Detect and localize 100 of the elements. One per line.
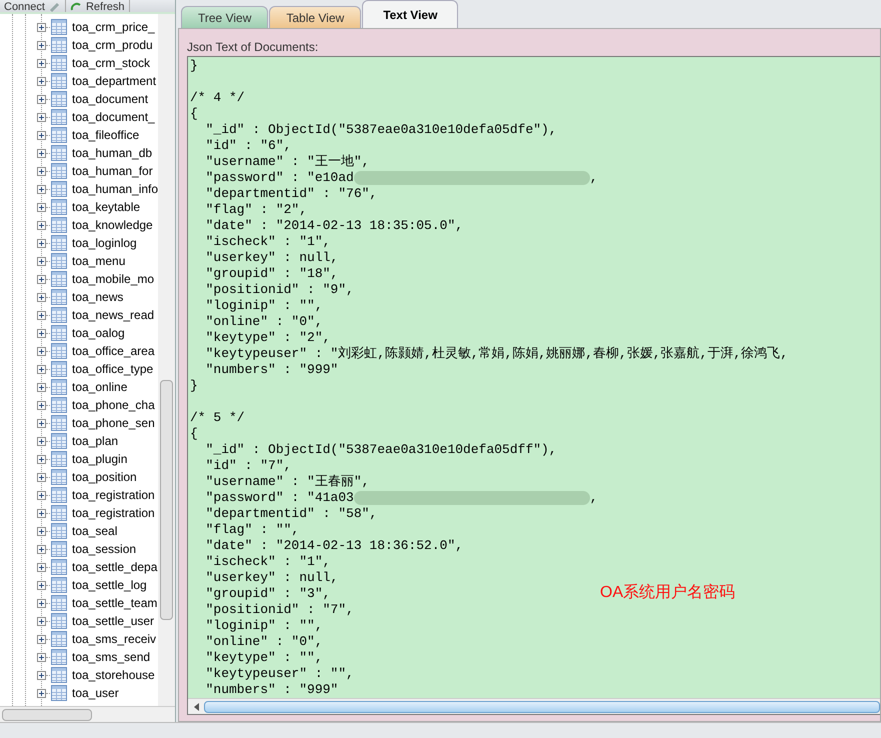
tree-item[interactable]: toa_registration [72, 504, 155, 522]
tree-item[interactable]: toa_phone_cha [72, 396, 155, 414]
expand-icon[interactable] [37, 58, 46, 68]
tree-item[interactable]: toa_keytable [72, 198, 140, 216]
expand-icon[interactable] [37, 112, 46, 122]
table-icon [51, 73, 67, 89]
tree-item[interactable]: toa_crm_price_ [72, 18, 155, 36]
expand-icon[interactable] [37, 274, 46, 284]
expand-icon[interactable] [37, 400, 46, 410]
expand-icon[interactable] [37, 40, 46, 50]
code-line: "flag" : "", [204, 522, 300, 538]
code-line: "positionid" : "9", [204, 282, 354, 298]
tree-item[interactable]: toa_seal [72, 522, 118, 540]
code-line: "password" : "e10ad [204, 170, 354, 186]
expand-icon[interactable] [37, 634, 46, 644]
tree-item[interactable]: toa_settle_user [72, 612, 154, 630]
table-icon [51, 595, 67, 611]
vertical-scrollbar[interactable] [158, 14, 175, 706]
horizontal-scrollbar[interactable] [0, 706, 175, 722]
left-arrow-icon[interactable] [194, 702, 198, 710]
tree-item[interactable]: toa_registration [72, 486, 155, 504]
tree-item[interactable]: toa_office_area [72, 342, 155, 360]
tree-item[interactable]: toa_loginlog [72, 234, 137, 252]
tree-item[interactable]: toa_session [72, 540, 136, 558]
tree-item[interactable]: toa_knowledge [72, 216, 153, 234]
expand-icon[interactable] [37, 454, 46, 464]
tree-item[interactable]: toa_document_ [72, 108, 155, 126]
expand-icon[interactable] [37, 292, 46, 302]
expand-icon[interactable] [37, 238, 46, 248]
expand-icon[interactable] [37, 670, 46, 680]
table-icon [51, 235, 67, 251]
horizontal-scrollbar[interactable] [188, 698, 880, 714]
table-icon [51, 559, 67, 575]
tree-item[interactable]: toa_settle_log [72, 576, 147, 594]
expand-icon[interactable] [37, 508, 46, 518]
toolbar-button[interactable]: Refresh [66, 0, 130, 12]
tree-item[interactable]: toa_crm_produ [72, 36, 153, 54]
tree-item[interactable]: toa_mobile_mo [72, 270, 154, 288]
expand-icon[interactable] [37, 202, 46, 212]
table-icon [51, 181, 67, 197]
tree-item[interactable]: toa_department [72, 72, 156, 90]
expand-icon[interactable] [37, 544, 46, 554]
tree-item[interactable]: toa_plugin [72, 450, 128, 468]
expand-icon[interactable] [37, 184, 46, 194]
code-line: "id" : "6", [204, 138, 292, 154]
table-icon [51, 361, 67, 377]
expand-icon[interactable] [37, 616, 46, 626]
tree-item[interactable]: toa_human_db [72, 144, 152, 162]
expand-icon[interactable] [37, 76, 46, 86]
tree-item[interactable]: toa_position [72, 468, 137, 486]
expand-icon[interactable] [37, 364, 46, 374]
expand-icon[interactable] [37, 526, 46, 536]
tree-item[interactable]: toa_fileoffice [72, 126, 140, 144]
expand-icon[interactable] [37, 580, 46, 590]
tree-item[interactable]: toa_plan [72, 432, 118, 450]
tree-item[interactable]: toa_news_read [72, 306, 154, 324]
code-line: "id" : "7", [204, 458, 292, 474]
tree-item[interactable]: toa_user [72, 684, 119, 702]
expand-icon[interactable] [37, 220, 46, 230]
table-icon [51, 343, 67, 359]
tree-item[interactable]: toa_online [72, 378, 128, 396]
table-icon [51, 217, 67, 233]
expand-icon[interactable] [37, 688, 46, 698]
tree-item[interactable]: toa_settle_depa [72, 558, 158, 576]
tree-item[interactable]: toa_crm_stock [72, 54, 150, 72]
expand-icon[interactable] [37, 166, 46, 176]
expand-icon[interactable] [37, 562, 46, 572]
tree-item[interactable]: toa_settle_team [72, 594, 158, 612]
expand-icon[interactable] [37, 382, 46, 392]
tab[interactable]: Tree View [181, 6, 268, 28]
tree-item[interactable]: toa_news [72, 288, 124, 306]
toolbar-button[interactable]: Connect [0, 0, 66, 12]
code-line: , [590, 490, 598, 506]
expand-icon[interactable] [37, 130, 46, 140]
expand-icon[interactable] [37, 346, 46, 356]
expand-icon[interactable] [37, 490, 46, 500]
expand-icon[interactable] [37, 22, 46, 32]
tab[interactable]: Table View [269, 6, 362, 28]
tree-item[interactable]: toa_oalog [72, 324, 125, 342]
tree-item[interactable]: toa_human_info [72, 180, 158, 198]
tree-item[interactable]: toa_menu [72, 252, 126, 270]
tree-item[interactable]: toa_office_type [72, 360, 154, 378]
tree-item[interactable]: toa_sms_send [72, 648, 150, 666]
tree-item[interactable]: toa_document [72, 90, 148, 108]
expand-icon[interactable] [37, 472, 46, 482]
tree-item[interactable]: toa_human_for [72, 162, 153, 180]
expand-icon[interactable] [37, 418, 46, 428]
tree-item[interactable]: toa_sms_receiv [72, 630, 156, 648]
expand-icon[interactable] [37, 598, 46, 608]
expand-icon[interactable] [37, 310, 46, 320]
table-icon [51, 163, 67, 179]
expand-icon[interactable] [37, 94, 46, 104]
tab[interactable]: Text View [362, 0, 458, 28]
expand-icon[interactable] [37, 328, 46, 338]
expand-icon[interactable] [37, 436, 46, 446]
tree-item[interactable]: toa_storehouse [72, 666, 155, 684]
expand-icon[interactable] [37, 256, 46, 266]
expand-icon[interactable] [37, 652, 46, 662]
tree-item[interactable]: toa_phone_sen [72, 414, 155, 432]
expand-icon[interactable] [37, 148, 46, 158]
